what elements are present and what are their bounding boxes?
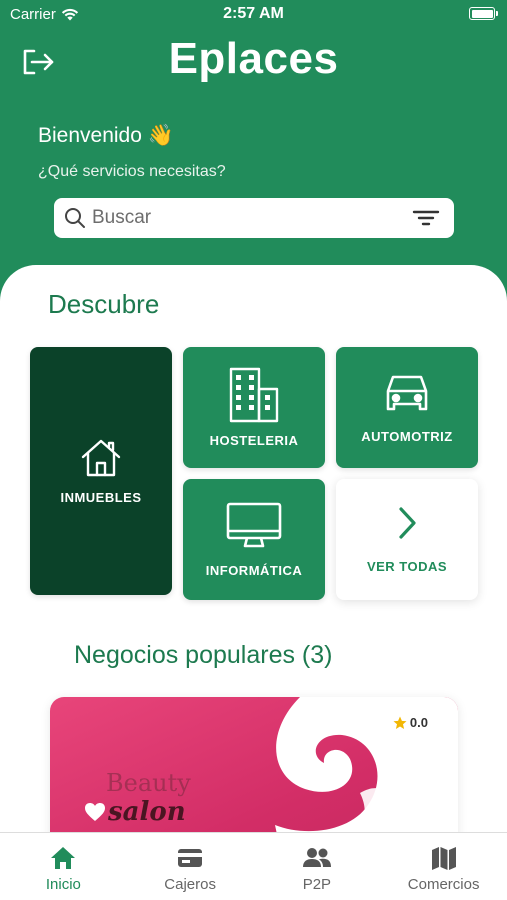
main-content: Descubre INMUEBLES HOSTELERIA AUTOMOTRIZ… [0, 265, 507, 835]
category-label: AUTOMOTRIZ [361, 429, 453, 444]
business-image-text-secondary: salon [84, 797, 186, 827]
search-icon [62, 205, 88, 231]
house-icon [81, 439, 121, 476]
chevron-right-icon [399, 507, 416, 539]
category-hosteleria[interactable]: HOSTELERIA [183, 347, 325, 468]
tab-label: Comercios [407, 876, 480, 893]
tab-cajeros[interactable]: Cajeros [127, 833, 254, 900]
welcome-text: Bienvenido [38, 124, 142, 147]
tab-label: Cajeros [164, 876, 216, 893]
tab-label: P2P [302, 876, 332, 893]
map-icon [431, 847, 456, 870]
tab-label: Inicio [45, 876, 81, 893]
business-image-text-script: salon [108, 797, 186, 827]
buildings-icon [229, 367, 279, 423]
category-informatica[interactable]: INFORMÁTICA [183, 479, 325, 600]
services-question: ¿Qué servicios necesitas? [38, 163, 226, 180]
wave-emoji-icon: 👋 [147, 124, 175, 147]
popular-businesses-title: Negocios populares (3) [74, 641, 333, 669]
monitor-icon [226, 502, 282, 548]
tab-p2p[interactable]: P2P [254, 833, 381, 900]
people-icon [302, 848, 331, 867]
discover-title: Descubre [48, 289, 160, 319]
search-input[interactable] [92, 207, 410, 229]
category-inmuebles[interactable]: INMUEBLES [30, 347, 172, 595]
home-icon [51, 847, 76, 869]
tab-inicio[interactable]: Inicio [0, 833, 127, 900]
star-icon [393, 716, 407, 729]
tab-comercios[interactable]: Comercios [380, 833, 507, 900]
category-label: INFORMÁTICA [205, 563, 303, 578]
heart-icon [85, 803, 105, 821]
tab-bar: Inicio Cajeros P2P Comercios [0, 832, 507, 900]
card-icon [178, 849, 203, 867]
category-label: INMUEBLES [60, 489, 142, 505]
battery-icon [469, 7, 498, 20]
car-icon [386, 375, 428, 411]
welcome-message: Bienvenido 👋 [38, 124, 174, 148]
business-image-text: Beauty [106, 769, 191, 797]
app-title: Eplaces [168, 34, 339, 83]
category-label: HOSTELERIA [209, 433, 299, 448]
status-time: 2:57 AM [223, 5, 284, 22]
category-label: VER TODAS [366, 559, 448, 574]
rating-value: 0.0 [409, 715, 428, 730]
filter-icon[interactable] [410, 206, 442, 230]
search-bar [54, 198, 454, 238]
business-card[interactable]: Beauty salon 0.0 [50, 697, 458, 835]
category-automotriz[interactable]: AUTOMOTRIZ [336, 347, 478, 468]
business-rating: 0.0 [393, 715, 428, 730]
status-bar: Carrier 2:57 AM [0, 0, 507, 28]
see-all-categories-button[interactable]: VER TODAS [336, 479, 478, 600]
